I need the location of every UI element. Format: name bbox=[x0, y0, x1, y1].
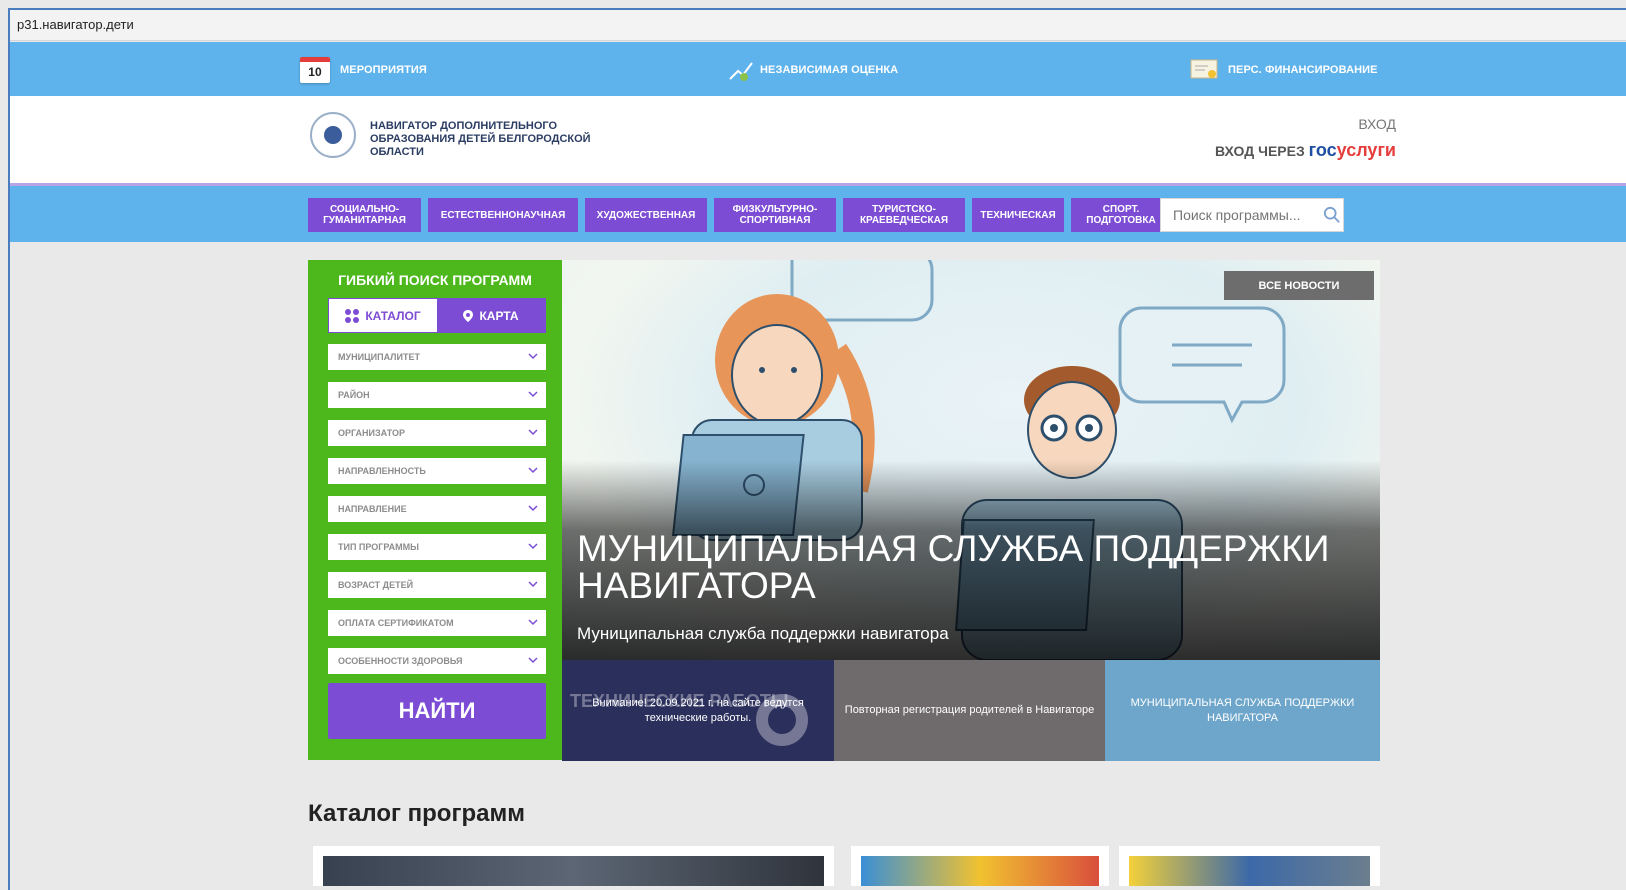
map-pin-icon bbox=[463, 309, 474, 322]
chevron-down-icon bbox=[528, 581, 538, 588]
news-tile-registration[interactable]: Повторная регистрация родителей в Навига… bbox=[834, 660, 1105, 761]
chevron-down-icon bbox=[528, 619, 538, 626]
url-text: p31.навигатор.дети bbox=[17, 17, 134, 32]
filter-label: НАПРАВЛЕНИЕ bbox=[338, 504, 407, 514]
tab-catalog-label: КАТАЛОГ bbox=[365, 308, 421, 323]
login-block: ВХОД ВХОД ЧЕРЕЗ госуслуги bbox=[1215, 116, 1396, 161]
news-tile-caption: Внимание! 20.09.2021 г. на сайте ведутся… bbox=[592, 696, 804, 724]
url-bar[interactable]: p31.навигатор.дети bbox=[10, 10, 1626, 41]
program-card-image bbox=[323, 856, 824, 886]
site-name[interactable]: НАВИГАТОР ДОПОЛНИТЕЛЬНОГО ОБРАЗОВАНИЯ ДЕ… bbox=[370, 120, 600, 159]
tab-map[interactable]: КАРТА bbox=[437, 299, 545, 332]
category-science[interactable]: ЕСТЕСТВЕННОНАУЧНАЯ bbox=[428, 198, 578, 232]
category-nav: СОЦИАЛЬНО-ГУМАНИТАРНАЯ ЕСТЕСТВЕННОНАУЧНА… bbox=[10, 186, 1626, 242]
catalog-title: Каталог программ bbox=[308, 800, 525, 827]
filter-organizer[interactable]: ОРГАНИЗАТОР bbox=[328, 420, 546, 446]
certificate-icon bbox=[1190, 59, 1218, 79]
filter-direction[interactable]: НАПРАВЛЕНИЕ bbox=[328, 496, 546, 522]
funding-link[interactable]: ПЕРС. ФИНАНСИРОВАНИЕ bbox=[1190, 56, 1378, 84]
filter-label: МУНИЦИПАЛИТЕТ bbox=[338, 352, 420, 362]
rating-link[interactable]: НЕЗАВИСИМАЯ ОЦЕНКА bbox=[728, 56, 898, 84]
site-header: НАВИГАТОР ДОПОЛНИТЕЛЬНОГО ОБРАЗОВАНИЯ ДЕ… bbox=[10, 96, 1626, 186]
events-label: МЕРОПРИЯТИЯ bbox=[340, 64, 427, 76]
filter-district[interactable]: РАЙОН bbox=[328, 382, 546, 408]
news-tile-caption: МУНИЦИПАЛЬНАЯ СЛУЖБА ПОДДЕРЖКИ НАВИГАТОР… bbox=[1130, 696, 1355, 724]
panel-title: ГИБКИЙ ПОИСК ПРОГРАММ bbox=[338, 272, 532, 288]
news-tile-support[interactable]: МУНИЦИПАЛЬНАЯ СЛУЖБА ПОДДЕРЖКИ НАВИГАТОР… bbox=[1105, 660, 1380, 761]
hero-subtitle: Муниципальная служба поддержки навигатор… bbox=[577, 624, 949, 643]
chevron-down-icon bbox=[528, 543, 538, 550]
view-toggle: КАТАЛОГ КАРТА bbox=[328, 298, 546, 333]
tab-catalog[interactable]: КАТАЛОГ bbox=[329, 299, 437, 332]
grid-icon bbox=[345, 308, 360, 323]
filter-label: ОРГАНИЗАТОР bbox=[338, 428, 405, 438]
program-search bbox=[1160, 198, 1344, 232]
category-tourism[interactable]: ТУРИСТСКО-КРАЕВЕДЧЕСКАЯ bbox=[843, 198, 965, 232]
calendar-day: 10 bbox=[308, 65, 322, 79]
gosuslugi-logo: госуслуги bbox=[1309, 140, 1396, 160]
category-art[interactable]: ХУДОЖЕСТВЕННАЯ bbox=[585, 198, 707, 232]
category-social[interactable]: СОЦИАЛЬНО-ГУМАНИТАРНАЯ bbox=[308, 198, 421, 232]
login-via-label: ВХОД ЧЕРЕЗ bbox=[1214, 143, 1305, 159]
gosuslugi-logo-part-a: гос bbox=[1308, 140, 1337, 160]
program-card-image bbox=[861, 856, 1099, 886]
program-card-image bbox=[1129, 856, 1370, 886]
filter-program-type[interactable]: ТИП ПРОГРАММЫ bbox=[328, 534, 546, 560]
search-icon[interactable] bbox=[1323, 206, 1341, 224]
top-bar: 10 МЕРОПРИЯТИЯ НЕЗАВИСИМАЯ ОЦЕНКА ПЕРС. … bbox=[10, 42, 1626, 96]
chevron-down-icon bbox=[528, 505, 538, 512]
flexible-search-panel: ГИБКИЙ ПОИСК ПРОГРАММ КАТАЛОГ КАРТА МУНИ… bbox=[308, 260, 562, 760]
program-card[interactable] bbox=[313, 846, 834, 886]
filter-label: ОСОБЕННОСТИ ЗДОРОВЬЯ bbox=[338, 656, 463, 666]
filter-label: ВОЗРАСТ ДЕТЕЙ bbox=[338, 580, 414, 590]
chevron-down-icon bbox=[528, 467, 538, 474]
filter-age[interactable]: ВОЗРАСТ ДЕТЕЙ bbox=[328, 572, 546, 598]
calendar-icon: 10 bbox=[300, 57, 330, 83]
login-link[interactable]: ВХОД bbox=[1215, 116, 1396, 132]
all-news-button[interactable]: ВСЕ НОВОСТИ bbox=[1224, 271, 1374, 300]
news-tile-caption: Повторная регистрация родителей в Навига… bbox=[844, 704, 1095, 716]
news-hero[interactable]: МУНИЦИПАЛЬНАЯ СЛУЖБА ПОДДЕРЖКИ НАВИГАТОР… bbox=[562, 260, 1380, 660]
category-technical[interactable]: ТЕХНИЧЕСКАЯ bbox=[972, 198, 1064, 232]
funding-label: ПЕРС. ФИНАНСИРОВАНИЕ bbox=[1228, 64, 1378, 76]
filter-label: НАПРАВЛЕННОСТЬ bbox=[338, 466, 426, 476]
chevron-down-icon bbox=[528, 657, 538, 664]
news-tile-maintenance[interactable]: ТЕХНИЧЕСКИЕ РАБОТЫ Внимание! 20.09.2021 … bbox=[562, 660, 834, 761]
chevron-down-icon bbox=[528, 353, 538, 360]
tab-map-label: КАРТА bbox=[479, 308, 519, 323]
filter-label: РАЙОН bbox=[338, 390, 370, 400]
category-sport[interactable]: ФИЗКУЛЬТУРНО-СПОРТИВНАЯ bbox=[714, 198, 836, 232]
hero-title[interactable]: МУНИЦИПАЛЬНАЯ СЛУЖБА ПОДДЕРЖКИ НАВИГАТОР… bbox=[577, 530, 1357, 604]
filter-health[interactable]: ОСОБЕННОСТИ ЗДОРОВЬЯ bbox=[328, 648, 546, 674]
chart-growth-icon bbox=[729, 62, 753, 81]
filter-municipality[interactable]: МУНИЦИПАЛИТЕТ bbox=[328, 344, 546, 370]
events-link[interactable]: 10 МЕРОПРИЯТИЯ bbox=[300, 56, 427, 84]
gosuslugi-logo-part-b: услуги bbox=[1336, 140, 1396, 160]
category-sport-training[interactable]: СПОРТ. ПОДГОТОВКА bbox=[1071, 198, 1171, 232]
find-button[interactable]: НАЙТИ bbox=[328, 683, 546, 739]
filter-focus[interactable]: НАПРАВЛЕННОСТЬ bbox=[328, 458, 546, 484]
program-card[interactable] bbox=[1119, 846, 1380, 886]
rating-label: НЕЗАВИСИМАЯ ОЦЕНКА bbox=[760, 64, 899, 76]
program-search-input[interactable] bbox=[1171, 206, 1315, 224]
filter-label: ТИП ПРОГРАММЫ bbox=[338, 542, 419, 552]
chevron-down-icon bbox=[528, 429, 538, 436]
program-card[interactable] bbox=[851, 846, 1109, 886]
filter-label: ОПЛАТА СЕРТИФИКАТОМ bbox=[338, 618, 454, 628]
gosuslugi-login-link[interactable]: ВХОД ЧЕРЕЗ госуслуги bbox=[1215, 140, 1396, 161]
filter-certificate-payment[interactable]: ОПЛАТА СЕРТИФИКАТОМ bbox=[328, 610, 546, 636]
site-logo-icon[interactable] bbox=[310, 112, 356, 158]
chevron-down-icon bbox=[528, 391, 538, 398]
